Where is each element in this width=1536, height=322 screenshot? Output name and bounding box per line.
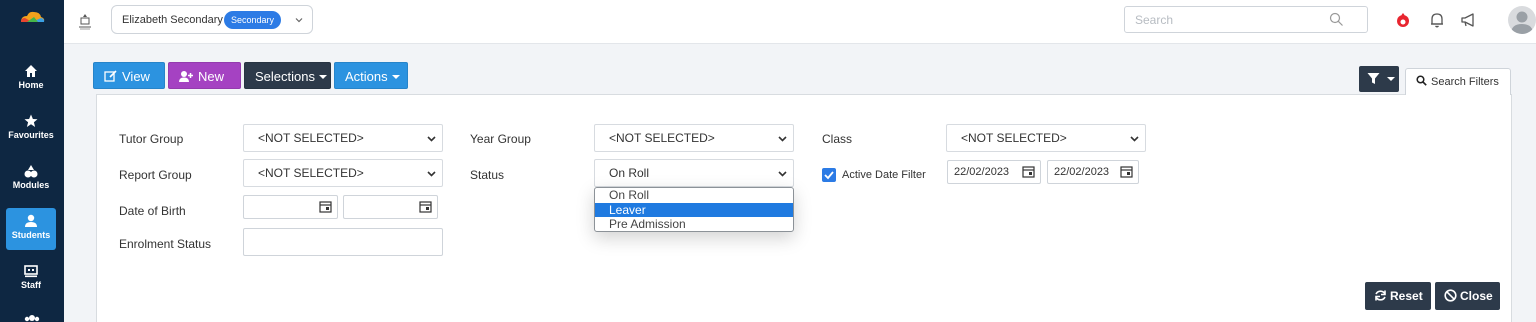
enrolment-status-label: Enrolment Status bbox=[119, 237, 212, 251]
class-select[interactable]: <NOT SELECTED> bbox=[946, 124, 1146, 152]
megaphone-icon[interactable] bbox=[1460, 11, 1478, 29]
year-group-label: Year Group bbox=[470, 132, 531, 146]
status-option-pre-admission[interactable]: Pre Admission bbox=[595, 217, 793, 231]
report-group-select[interactable]: <NOT SELECTED> bbox=[243, 159, 443, 187]
notification-flame-icon[interactable] bbox=[1394, 11, 1412, 29]
caret-down-icon bbox=[391, 75, 400, 79]
tab-search-filters-label: Search Filters bbox=[1431, 76, 1499, 88]
reset-button[interactable]: Reset bbox=[1365, 282, 1431, 310]
user-icon bbox=[25, 214, 37, 227]
status-label: Status bbox=[470, 168, 505, 182]
school-type-badge: Secondary bbox=[224, 11, 282, 29]
sidebar-item-modules[interactable]: Modules bbox=[6, 158, 56, 200]
close-button[interactable]: Close bbox=[1435, 282, 1500, 310]
actions-label: Actions bbox=[345, 69, 388, 84]
calendar-icon[interactable] bbox=[1022, 165, 1035, 178]
status-option-leaver[interactable]: Leaver bbox=[595, 203, 793, 217]
active-date-from-field[interactable]: 22/02/2023 bbox=[947, 160, 1041, 184]
bell-icon[interactable] bbox=[1428, 11, 1446, 29]
sidebar-item-label: Home bbox=[18, 80, 44, 90]
calendar-icon[interactable] bbox=[419, 200, 432, 213]
status-select[interactable]: On Roll bbox=[594, 159, 794, 187]
sidebar-item-label: Modules bbox=[12, 180, 50, 190]
top-bar: Elizabeth Secondary Secondary bbox=[64, 0, 1536, 44]
status-dropdown-list: On Roll Leaver Pre Admission bbox=[594, 187, 794, 232]
view-button[interactable]: View bbox=[93, 62, 165, 89]
chevron-down-icon bbox=[295, 18, 303, 23]
active-date-to-field[interactable]: 22/02/2023 bbox=[1047, 160, 1139, 184]
caret-down-icon bbox=[318, 75, 327, 79]
enrolment-status-field[interactable] bbox=[243, 228, 443, 256]
staff-icon bbox=[24, 265, 38, 278]
user-avatar-icon bbox=[1511, 11, 1533, 34]
tutor-group-select[interactable]: <NOT SELECTED> bbox=[243, 124, 443, 152]
modules-icon bbox=[24, 165, 38, 178]
ban-icon bbox=[1444, 289, 1457, 302]
school-crest-icon bbox=[79, 14, 91, 30]
refresh-icon bbox=[1375, 290, 1386, 301]
chevron-down-icon bbox=[427, 136, 436, 142]
class-label: Class bbox=[822, 132, 853, 146]
new-button-label: New bbox=[198, 69, 225, 84]
date-of-birth-to-field[interactable] bbox=[343, 195, 438, 219]
status-value: On Roll bbox=[609, 166, 650, 180]
home-icon bbox=[25, 65, 37, 77]
close-button-label: Close bbox=[1460, 289, 1493, 303]
chevron-down-icon bbox=[1130, 136, 1139, 142]
year-group-select[interactable]: <NOT SELECTED> bbox=[594, 124, 794, 152]
selections-dropdown-button[interactable]: Selections bbox=[244, 62, 331, 89]
chevron-down-icon bbox=[778, 136, 787, 142]
avatar[interactable] bbox=[1508, 6, 1536, 34]
add-user-icon bbox=[179, 71, 193, 82]
sidebar-item-label: Favourites bbox=[8, 130, 54, 140]
reset-button-label: Reset bbox=[1390, 289, 1423, 303]
check-icon bbox=[824, 171, 834, 180]
search-icon bbox=[1416, 75, 1427, 86]
date-of-birth-label: Date of Birth bbox=[119, 204, 186, 218]
selections-label: Selections bbox=[255, 69, 315, 84]
report-group-value: <NOT SELECTED> bbox=[258, 166, 364, 180]
search-icon[interactable] bbox=[1329, 12, 1344, 27]
tutor-group-label: Tutor Group bbox=[119, 132, 184, 146]
active-date-filter-checkbox[interactable] bbox=[822, 168, 836, 182]
active-date-filter-label: Active Date Filter bbox=[842, 169, 926, 181]
school-selector[interactable]: Elizabeth Secondary Secondary bbox=[111, 5, 313, 34]
tab-search-filters[interactable]: Search Filters bbox=[1405, 68, 1511, 95]
active-date-from-value: 22/02/2023 bbox=[954, 166, 1010, 178]
date-of-birth-from-field[interactable] bbox=[243, 195, 338, 219]
class-value: <NOT SELECTED> bbox=[961, 131, 1067, 145]
sidebar-item-students[interactable]: Students bbox=[6, 208, 56, 250]
global-search[interactable] bbox=[1124, 6, 1368, 33]
active-date-to-value: 22/02/2023 bbox=[1054, 166, 1110, 178]
sidebar: Home Favourites Modules Students Staff bbox=[0, 0, 64, 322]
sidebar-item-staff[interactable]: Staff bbox=[6, 258, 56, 300]
tutor-group-value: <NOT SELECTED> bbox=[258, 131, 364, 145]
school-name: Elizabeth Secondary bbox=[122, 14, 223, 26]
edit-icon bbox=[104, 70, 117, 82]
filter-icon bbox=[1367, 73, 1380, 84]
year-group-value: <NOT SELECTED> bbox=[609, 131, 715, 145]
caret-down-icon bbox=[1387, 77, 1395, 81]
sidebar-item-home[interactable]: Home bbox=[6, 58, 56, 100]
status-option-on-roll[interactable]: On Roll bbox=[595, 188, 793, 203]
search-input[interactable] bbox=[1135, 12, 1325, 28]
app-logo-icon[interactable] bbox=[18, 8, 46, 28]
chevron-down-icon bbox=[427, 171, 436, 177]
actions-dropdown-button[interactable]: Actions bbox=[334, 62, 408, 89]
new-button[interactable]: New bbox=[168, 62, 241, 89]
calendar-icon[interactable] bbox=[1120, 165, 1133, 178]
calendar-icon[interactable] bbox=[319, 200, 332, 213]
chevron-down-icon bbox=[778, 171, 787, 177]
view-button-label: View bbox=[122, 69, 150, 84]
filter-dropdown-button[interactable] bbox=[1359, 66, 1399, 92]
group-icon[interactable] bbox=[24, 314, 40, 322]
sidebar-item-favourites[interactable]: Favourites bbox=[6, 108, 56, 150]
sidebar-item-label: Students bbox=[11, 230, 51, 240]
sidebar-item-label: Staff bbox=[21, 280, 41, 290]
star-icon bbox=[24, 114, 38, 127]
report-group-label: Report Group bbox=[119, 168, 192, 182]
